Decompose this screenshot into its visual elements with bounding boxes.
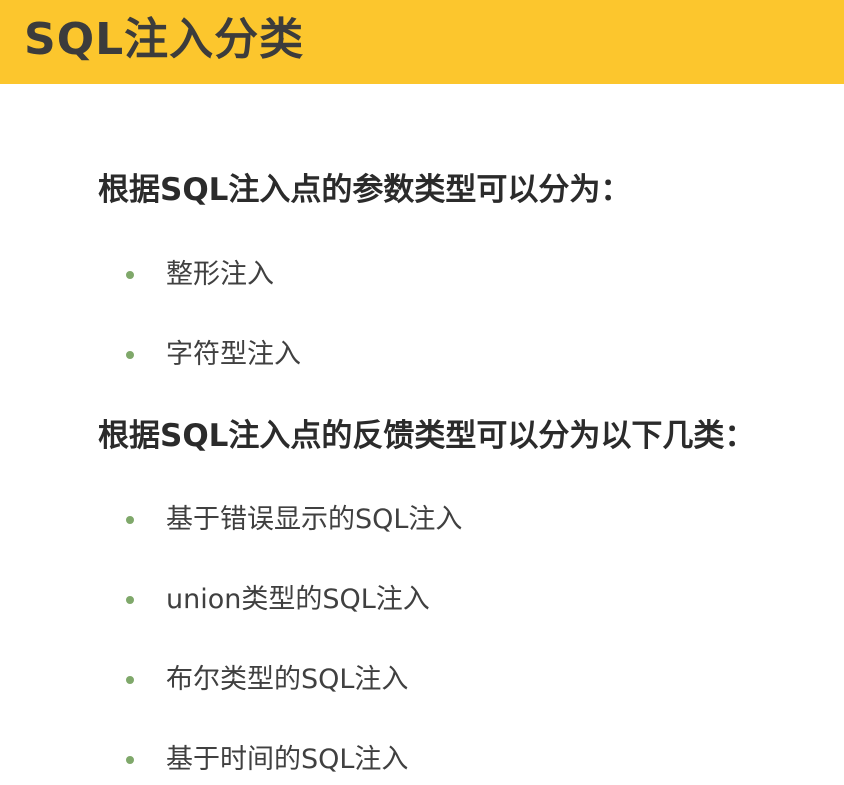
list-item-label: 布尔类型的SQL注入 [166,664,409,695]
slide-title: SQL注入分类 [24,14,305,65]
section-heading-feedback-type: 根据SQL注入点的反馈类型可以分为以下几类： [98,418,756,454]
bullet-dot-icon [126,271,134,279]
list-item-label: 基于时间的SQL注入 [166,744,409,775]
title-bar: SQL注入分类 [0,0,844,84]
list-item-label: 整形注入 [166,259,274,290]
slide: SQL注入分类 根据SQL注入点的参数类型可以分为： 整形注入 字符型注入 根据… [0,0,844,785]
bullet-dot-icon [126,516,134,524]
bullet-dot-icon [126,756,134,764]
bullet-dot-icon [126,596,134,604]
bullet-dot-icon [126,676,134,684]
list-item-label: 字符型注入 [166,339,301,370]
list-item-label: union类型的SQL注入 [166,584,430,615]
section-heading-param-type: 根据SQL注入点的参数类型可以分为： [98,172,632,208]
list-item-label: 基于错误显示的SQL注入 [166,504,463,535]
bullet-dot-icon [126,351,134,359]
